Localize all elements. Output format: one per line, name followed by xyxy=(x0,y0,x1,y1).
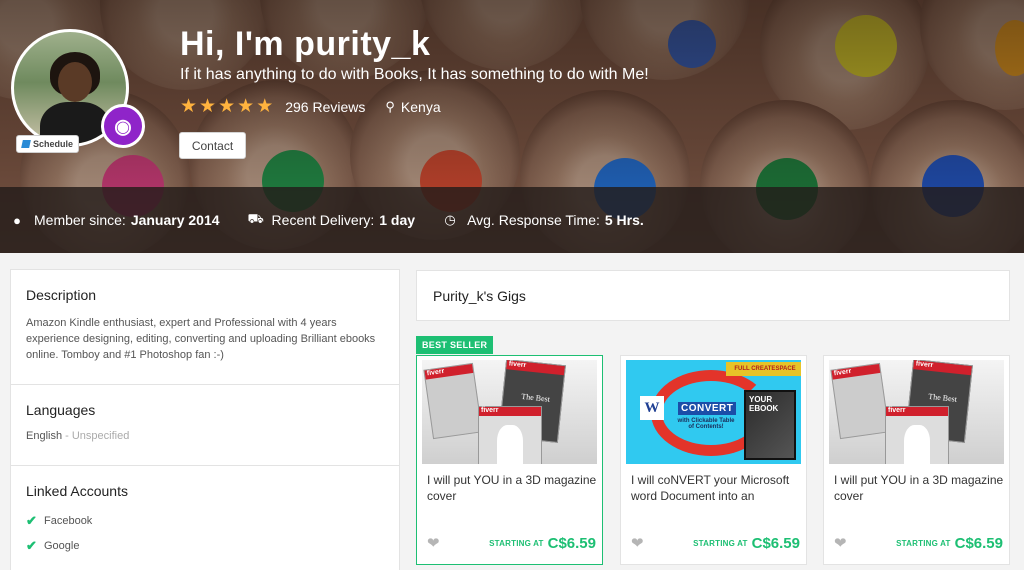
gig-price: C$6.59 xyxy=(547,534,596,552)
heart-icon[interactable]: ❤ xyxy=(631,534,644,552)
medal-icon: ◉ xyxy=(114,115,132,138)
languages-title: Languages xyxy=(26,402,96,418)
gig-title[interactable]: I will coNVERT your Microsoft word Docum… xyxy=(631,472,801,504)
gig-card[interactable]: FULL CREATESPACE W CONVERT with Clickabl… xyxy=(620,355,807,565)
stat-member-since: ● Member since: January 2014 xyxy=(10,212,219,228)
location-label: Kenya xyxy=(400,98,441,115)
gig-footer: ❤ STARTING AT C$6.59 xyxy=(834,534,1003,553)
rating-row: ★ ★ ★ ★ ★ 296 Reviews ⚲ Kenya xyxy=(180,97,441,116)
seller-info-card: Description Amazon Kindle enthusiast, ex… xyxy=(10,269,400,570)
gig-thumbnail[interactable]: FULL CREATESPACE W CONVERT with Clickabl… xyxy=(626,360,801,464)
star-icon: ★ xyxy=(218,96,236,117)
seller-level-badge: ◉ xyxy=(101,104,145,148)
stat-recent-delivery: ⛟ Recent Delivery: 1 day xyxy=(247,211,416,228)
gig-footer: ❤ STARTING AT C$6.59 xyxy=(631,534,800,553)
language-item: English - Unspecified xyxy=(26,430,130,442)
star-icon: ★ xyxy=(180,96,198,117)
schedule-badge[interactable]: Schedule xyxy=(16,135,80,153)
gig-card[interactable]: fiverr fiverr The Best fiverr I will put … xyxy=(823,355,1010,565)
description-text: Amazon Kindle enthusiast, expert and Pro… xyxy=(26,317,376,361)
reviews-count[interactable]: 296 Reviews xyxy=(285,99,365,115)
schedule-label: Schedule xyxy=(33,139,74,149)
gig-title[interactable]: I will put YOU in a 3D magazine cover xyxy=(834,472,1004,504)
contact-button[interactable]: Contact xyxy=(179,132,246,159)
description-title: Description xyxy=(26,287,97,303)
truck-icon: ⛟ xyxy=(247,211,264,226)
linked-account-google[interactable]: ✔ Google xyxy=(26,538,384,554)
gig-card[interactable]: fiverr fiverr The Best fiverr I will put … xyxy=(416,355,603,565)
clock-icon: ◷ xyxy=(444,212,456,227)
star-icon: ★ xyxy=(199,96,217,117)
linked-accounts-title: Linked Accounts xyxy=(26,483,128,499)
starting-at-label: STARTING AT xyxy=(693,538,748,548)
profile-hero: Schedule ◉ Hi, I'm purity_k If it has an… xyxy=(0,0,1024,253)
heart-icon[interactable]: ❤ xyxy=(834,534,847,552)
star-icon: ★ xyxy=(237,96,255,117)
starting-at-label: STARTING AT xyxy=(896,538,951,548)
gig-price: C$6.59 xyxy=(751,534,800,552)
star-icon: ★ xyxy=(256,96,274,117)
best-seller-badge: BEST SELLER xyxy=(416,336,494,354)
gig-title[interactable]: I will put YOU in a 3D magazine cover xyxy=(427,472,597,504)
user-icon: ● xyxy=(13,212,21,228)
check-icon: ✔ xyxy=(26,538,37,553)
gig-thumbnail[interactable]: fiverr fiverr The Best fiverr xyxy=(829,360,1004,464)
description-section: Description Amazon Kindle enthusiast, ex… xyxy=(11,270,399,385)
linked-account-facebook[interactable]: ✔ Facebook xyxy=(26,513,384,529)
gig-price: C$6.59 xyxy=(954,534,1003,552)
languages-section: Languages English - Unspecified xyxy=(11,385,399,466)
check-icon: ✔ xyxy=(26,513,37,528)
seller-stats-bar: ● Member since: January 2014 ⛟ Recent De… xyxy=(0,187,1024,253)
schedule-icon xyxy=(21,140,31,148)
avatar-wrapper: Schedule ◉ xyxy=(11,29,145,159)
stat-response-time: ◷ Avg. Response Time: 5 Hrs. xyxy=(444,212,644,228)
gigs-header: Purity_k's Gigs xyxy=(416,270,1010,321)
gig-thumbnail[interactable]: fiverr fiverr The Best fiverr xyxy=(422,360,597,464)
rating-stars: ★ ★ ★ ★ ★ xyxy=(180,97,273,116)
profile-tagline: If it has anything to do with Books, It … xyxy=(180,66,649,83)
profile-greeting: Hi, I'm purity_k xyxy=(180,25,431,63)
heart-icon[interactable]: ❤ xyxy=(427,534,440,552)
linked-accounts-section: Linked Accounts ✔ Facebook ✔ Google xyxy=(11,466,399,570)
gig-footer: ❤ STARTING AT C$6.59 xyxy=(427,534,596,553)
starting-at-label: STARTING AT xyxy=(489,538,544,548)
location-pin-icon: ⚲ xyxy=(385,98,395,114)
